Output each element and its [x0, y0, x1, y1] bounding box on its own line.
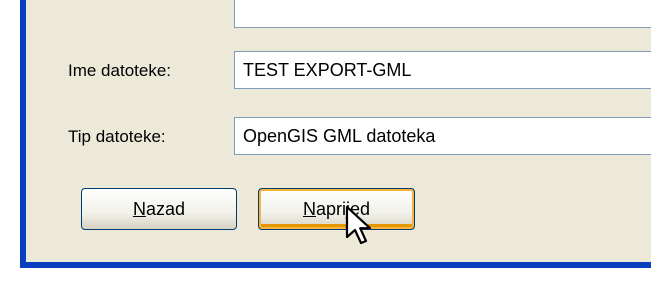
filename-input[interactable]: TEST EXPORT-GML	[234, 51, 651, 89]
next-button[interactable]: Naprijed	[258, 188, 415, 230]
back-button-label: Nazad	[132, 198, 186, 219]
filetype-label: Tip datoteke:	[68, 127, 166, 146]
arrow-cursor-icon	[345, 205, 372, 245]
top-input-field[interactable]	[234, 0, 651, 28]
filetype-select[interactable]: OpenGIS GML datoteka	[234, 117, 651, 155]
back-button[interactable]: Nazad	[81, 188, 237, 230]
export-dialog: Ime datoteke: TEST EXPORT-GML Tip datote…	[20, 0, 651, 268]
filename-label: Ime datoteke:	[68, 61, 172, 80]
